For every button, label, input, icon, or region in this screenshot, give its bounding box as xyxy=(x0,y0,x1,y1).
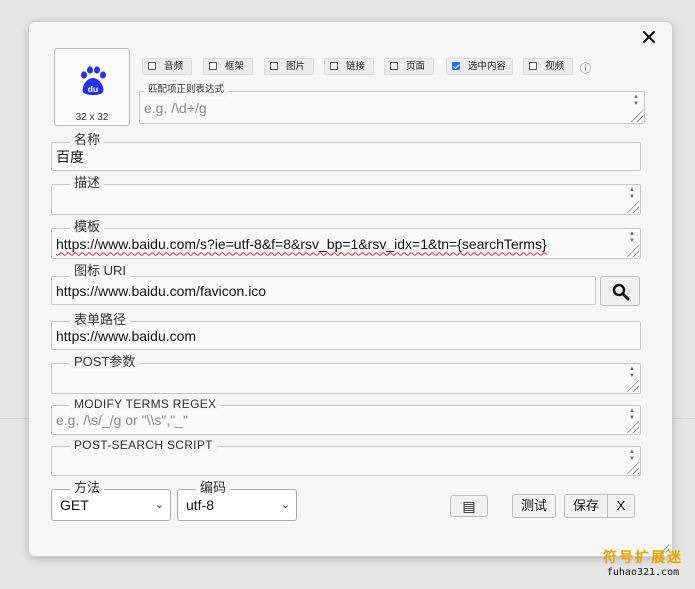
encoding-select[interactable]: utf-8 ⌄ xyxy=(177,489,297,521)
method-select[interactable]: GET ⌄ xyxy=(51,489,171,521)
checkbox-page-box[interactable] xyxy=(390,62,398,70)
checkbox-audio-box[interactable] xyxy=(148,62,156,70)
checkbox-video-label: 视频 xyxy=(545,61,565,72)
checkbox-audio-label: 音频 xyxy=(164,61,184,72)
checkbox-video-box[interactable] xyxy=(529,62,537,70)
close-icon[interactable]: ✕ xyxy=(638,27,660,49)
chevron-down-icon: ⌄ xyxy=(280,499,290,511)
modify-regex-label: Modify Terms Regex xyxy=(70,397,221,411)
template-input[interactable]: https://www.baidu.com/s?ie=utf-8&f=8&rsv… xyxy=(56,229,547,258)
encoding-label: 编码 xyxy=(196,481,231,495)
checkbox-image[interactable]: 图片 xyxy=(264,58,314,75)
name-field[interactable]: 百度 xyxy=(51,142,641,171)
method-value: GET xyxy=(60,497,89,513)
baidu-logo-text: du xyxy=(88,84,98,94)
icon-search-button[interactable] xyxy=(600,276,640,306)
copy-button[interactable]: ▤ xyxy=(450,495,488,517)
icon-uri-input[interactable]: https://www.baidu.com/favicon.ico xyxy=(56,277,266,304)
method-label: 方法 xyxy=(70,481,105,495)
form-path-field[interactable]: https://www.baidu.com xyxy=(51,321,641,350)
info-icon[interactable]: ⓘ xyxy=(580,60,591,76)
checkbox-image-label: 图片 xyxy=(286,61,306,72)
baidu-paw-icon: du xyxy=(81,66,106,95)
checkbox-page-label: 页面 xyxy=(406,61,426,72)
checkbox-link[interactable]: 链接 xyxy=(324,58,374,75)
chevron-down-icon: ⌄ xyxy=(154,499,164,511)
watermark-url: fuhao321.com xyxy=(606,567,680,578)
checkbox-video[interactable]: 视频 xyxy=(523,58,573,75)
template-label: 模板 xyxy=(70,220,105,234)
checkbox-link-box[interactable] xyxy=(330,62,338,70)
regex-label: 匹配项正则表达式 xyxy=(144,83,229,97)
checkbox-selection[interactable]: 选中内容 xyxy=(446,58,513,75)
checkbox-frame-label: 框架 xyxy=(225,61,245,72)
checkbox-link-label: 链接 xyxy=(346,61,366,72)
post-params-resize-grip[interactable] xyxy=(625,378,639,392)
modify-regex-spinner[interactable]: ▲ ▼ xyxy=(626,408,638,422)
watermark-title: 符号扩展迷 xyxy=(603,549,683,565)
search-icon xyxy=(612,283,630,301)
engine-icon-picker[interactable]: du 32 x 32 xyxy=(54,48,130,126)
form-path-label: 表单路径 xyxy=(70,313,131,327)
post-script-spinner[interactable]: ▲ ▼ xyxy=(626,449,638,463)
post-params-label: POST参数 xyxy=(70,355,140,369)
description-spinner[interactable]: ▲ ▼ xyxy=(626,187,638,201)
watermark: 符号扩展迷 fuhao321.com xyxy=(603,549,683,581)
cancel-button[interactable]: X xyxy=(607,494,635,518)
checkbox-selection-box[interactable] xyxy=(452,62,460,70)
template-spinner[interactable]: ▲ ▼ xyxy=(626,231,638,245)
template-resize-grip[interactable] xyxy=(625,243,639,257)
checkbox-frame[interactable]: 框架 xyxy=(203,58,253,75)
save-button[interactable]: 保存 xyxy=(564,494,608,518)
icon-size-label: 32 x 32 xyxy=(75,112,109,123)
post-params-field[interactable]: ▲ ▼ xyxy=(51,363,641,394)
checkbox-audio[interactable]: 音频 xyxy=(142,58,192,75)
icon-uri-field[interactable]: https://www.baidu.com/favicon.ico xyxy=(51,276,596,305)
name-label: 名称 xyxy=(70,133,105,147)
copy-icon: ▤ xyxy=(462,498,476,514)
regex-placeholder: e.g. /\d+/g xyxy=(144,99,207,116)
name-input[interactable]: 百度 xyxy=(56,143,84,170)
search-engine-edit-dialog: ✕ du 32 x 32 音频 框架 图片 链接 页面 选中内容 视频 ⓘ e.… xyxy=(29,22,672,556)
description-resize-grip[interactable] xyxy=(625,199,639,213)
description-label: 描述 xyxy=(70,176,105,190)
post-params-spinner[interactable]: ▲ ▼ xyxy=(626,366,638,380)
description-field[interactable]: ▲ ▼ xyxy=(51,184,641,215)
icon-uri-label: 图标 URI xyxy=(70,264,131,278)
checkbox-page[interactable]: 页面 xyxy=(384,58,434,75)
checkbox-image-box[interactable] xyxy=(270,62,278,70)
modify-regex-placeholder: e.g. /\s/_/g or "\\s","_" xyxy=(56,412,188,428)
template-field[interactable]: https://www.baidu.com/s?ie=utf-8&f=8&rsv… xyxy=(51,228,641,259)
checkbox-frame-box[interactable] xyxy=(209,62,217,70)
post-script-label: Post-Search Script xyxy=(70,438,217,452)
encoding-value: utf-8 xyxy=(186,497,215,513)
test-button[interactable]: 测试 xyxy=(512,494,556,518)
regex-resize-grip[interactable] xyxy=(629,108,643,122)
checkbox-selection-label: 选中内容 xyxy=(468,61,507,72)
regex-spinner[interactable]: ▲ ▼ xyxy=(630,94,642,108)
